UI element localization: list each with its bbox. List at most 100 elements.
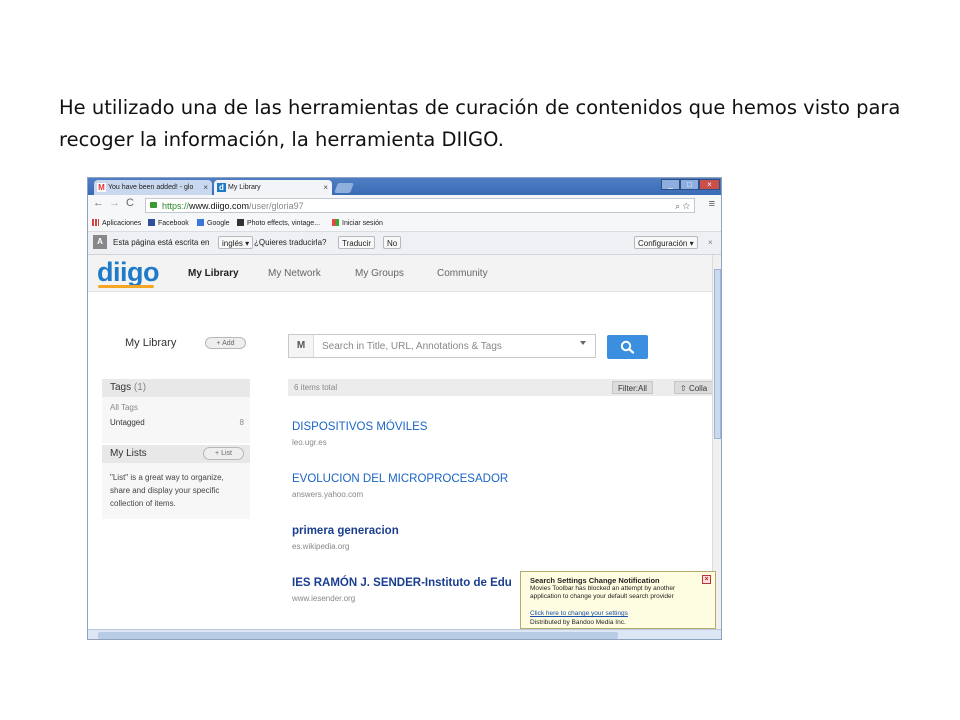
nav-my-library[interactable]: My Library <box>188 268 239 279</box>
slide-caption: He utilizado una de las herramientas de … <box>59 96 901 151</box>
photo-effects-icon <box>237 219 244 226</box>
collapse-button[interactable]: ⇧ Colla <box>674 381 713 394</box>
lists-panel: "List" is a great way to organize, share… <box>102 463 250 519</box>
no-translate-button[interactable]: No <box>383 236 402 249</box>
lists-header: My Lists <box>110 448 147 459</box>
nav-my-network[interactable]: My Network <box>268 268 321 279</box>
url-host: www.diigo.com <box>189 201 250 211</box>
tags-count: (1) <box>133 382 147 393</box>
bookmark-title-link[interactable]: EVOLUCION DEL MICROPROCESADOR <box>292 473 508 485</box>
browser-toolbar: ← → C https://www.diigo.com/user/gloria9… <box>88 195 721 217</box>
search-mode-icon[interactable]: M <box>289 335 314 357</box>
bookmark-url: answers.yahoo.com <box>292 490 364 499</box>
tags-header: Tags <box>110 382 132 393</box>
menu-icon[interactable]: ≡ <box>709 198 715 210</box>
logo-swoosh <box>98 285 154 288</box>
bookmark-google[interactable]: Google <box>197 216 230 231</box>
tab-my-library[interactable]: d My Library × <box>214 180 332 195</box>
notification-title: Search Settings Change Notification <box>530 576 660 585</box>
maximize-button[interactable]: □ <box>680 179 699 190</box>
language-value: inglés <box>222 239 243 248</box>
tag-count: 8 <box>239 418 244 427</box>
tab-close-icon[interactable]: × <box>203 180 208 195</box>
lock-icon <box>150 202 157 208</box>
add-button[interactable]: + Add <box>205 337 246 349</box>
bookmark-facebook[interactable]: Facebook <box>148 216 189 231</box>
notification-close-icon[interactable]: × <box>702 575 711 584</box>
filter-button[interactable]: Filter:All <box>612 381 653 394</box>
back-icon[interactable]: ← <box>93 197 104 209</box>
facebook-icon <box>148 219 155 226</box>
close-window-button[interactable]: × <box>699 179 720 190</box>
bookmark-title-link[interactable]: primera generacion <box>292 525 399 537</box>
bookmark-photo-effects[interactable]: Photo effects, vintage... <box>237 216 320 231</box>
translate-text: Esta página está escrita en <box>113 238 210 247</box>
bookmark-label: Iniciar sesión <box>342 220 383 227</box>
new-tab-button[interactable] <box>334 183 354 193</box>
bookmarks-bar: Aplicaciones Facebook Google Photo effec… <box>88 216 721 232</box>
url-scheme: https:// <box>162 201 190 211</box>
bookmark-label: Facebook <box>158 220 189 227</box>
browser-screenshot: M You have been added! - glo × d My Libr… <box>87 177 722 640</box>
diigo-favicon-icon: d <box>217 183 226 192</box>
bookmark-title-link[interactable]: DISPOSITIVOS MÓVILES <box>292 421 427 433</box>
collapse-label: Colla <box>688 384 708 393</box>
lists-info: "List" is a great way to organize, share… <box>110 473 224 508</box>
translate-bar: A Esta página está escrita en inglés ▾ ¿… <box>88 232 721 255</box>
library-title: My Library <box>125 337 177 349</box>
diigo-logo[interactable]: diigo <box>97 257 159 288</box>
bookmark-label: Google <box>207 220 230 227</box>
translate-close-icon[interactable]: × <box>708 236 713 249</box>
tags-panel-header: Tags (1) <box>102 379 250 397</box>
bookmark-label: Aplicaciones <box>102 220 142 227</box>
bookmark-iniciar-sesion[interactable]: Iniciar sesión <box>332 216 383 231</box>
diigo-header: diigo My Library My Network My Groups Co… <box>88 255 713 292</box>
search-placeholder: Search in Title, URL, Annotations & Tags <box>322 341 502 352</box>
tags-panel: All Tags Untagged 8 <box>102 397 250 443</box>
items-toolbar: 6 items total Filter:All ⇧ Colla <box>288 379 713 396</box>
vertical-scroll-thumb[interactable] <box>714 269 721 439</box>
tab-close-icon[interactable]: × <box>323 180 328 195</box>
search-dropdown-icon[interactable] <box>580 341 586 345</box>
all-tags-link[interactable]: All Tags <box>110 403 138 412</box>
nav-community[interactable]: Community <box>437 268 488 279</box>
tab-gmail[interactable]: M You have been added! - glo × <box>94 180 212 195</box>
bookmark-label: Photo effects, vintage... <box>247 220 321 227</box>
list-item: primera generacion es.wikipedia.org <box>292 525 399 551</box>
list-item: EVOLUCION DEL MICROPROCESADOR answers.ya… <box>292 473 508 499</box>
apps-grid-icon <box>92 219 99 226</box>
minimize-button[interactable]: _ <box>661 179 680 190</box>
bookmark-title-link[interactable]: IES RAMÓN J. SENDER-Instituto de Edu <box>292 577 512 589</box>
horizontal-scrollbar[interactable] <box>88 629 721 639</box>
translate-button[interactable]: Traducir <box>338 236 376 249</box>
add-list-button[interactable]: + List <box>203 447 244 460</box>
search-button[interactable] <box>607 335 648 359</box>
tag-untagged[interactable]: Untagged <box>110 418 145 427</box>
horizontal-scroll-thumb[interactable] <box>98 632 618 639</box>
gmail-icon: M <box>97 183 106 192</box>
search-input[interactable]: M Search in Title, URL, Annotations & Ta… <box>288 334 596 358</box>
reload-icon[interactable]: C <box>126 197 134 209</box>
search-icon <box>620 340 635 354</box>
search-settings-notification: Search Settings Change Notification × Mo… <box>520 571 716 629</box>
bookmark-apps[interactable]: Aplicaciones <box>92 216 141 231</box>
notification-body: Movies Toolbar has blocked an attempt by… <box>530 585 676 600</box>
list-item: IES RAMÓN J. SENDER-Instituto de Edu www… <box>292 577 512 603</box>
nav-my-groups[interactable]: My Groups <box>355 268 404 279</box>
zoom-star-icon[interactable]: ⌕ ☆ <box>675 199 690 213</box>
forward-icon[interactable]: → <box>109 197 120 209</box>
items-total: 6 items total <box>294 383 338 392</box>
settings-label: Configuración <box>638 239 688 248</box>
bookmark-url: es.wikipedia.org <box>292 542 350 551</box>
windows-icon <box>332 219 339 226</box>
title-bar: M You have been added! - glo × d My Libr… <box>88 178 721 195</box>
google-icon <box>197 219 204 226</box>
translate-question: ¿Quieres traducirla? <box>254 238 327 247</box>
language-dropdown[interactable]: inglés ▾ <box>218 236 254 249</box>
translate-icon: A <box>93 235 107 249</box>
tab-label: You have been added! - glo <box>108 184 194 191</box>
translate-settings-dropdown[interactable]: Configuración ▾ <box>634 236 698 249</box>
list-item: DISPOSITIVOS MÓVILES leo.ugr.es <box>292 421 427 447</box>
address-bar[interactable]: https://www.diigo.com/user/gloria97 ⌕ ☆ <box>145 198 695 213</box>
change-settings-link[interactable]: Click here to change your settings <box>530 610 628 617</box>
